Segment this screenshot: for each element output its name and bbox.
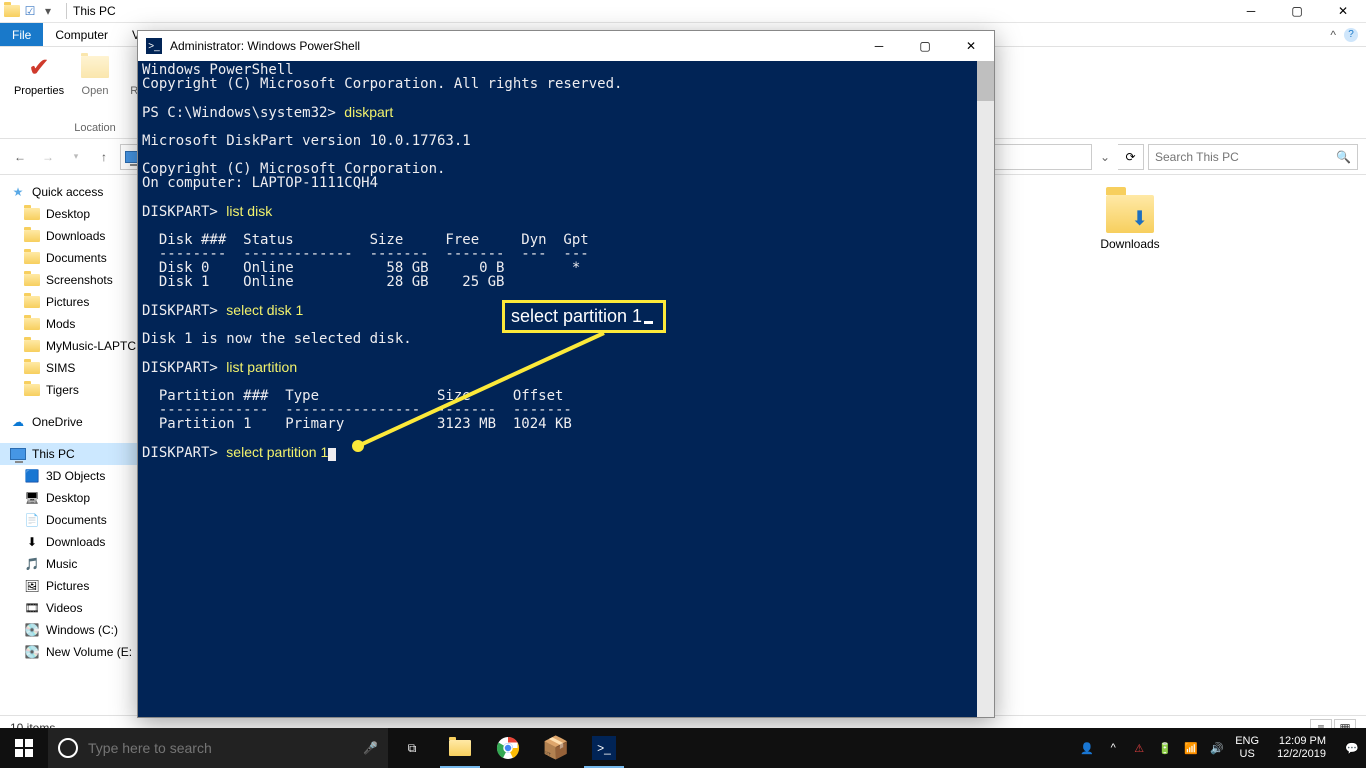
folder-icon: [24, 250, 40, 266]
content-item-downloads[interactable]: ⬇ Downloads: [1080, 195, 1180, 251]
taskbar-app-chrome[interactable]: [484, 728, 532, 768]
taskbar-app-explorer[interactable]: [436, 728, 484, 768]
search-input[interactable]: [1155, 150, 1336, 164]
folder-icon: [24, 206, 40, 222]
qat-properties-icon[interactable]: ☑: [22, 3, 38, 19]
security-icon[interactable]: ⚠: [1131, 740, 1147, 756]
item-icon: ⬇: [24, 534, 40, 550]
ribbon-tab-computer[interactable]: Computer: [43, 23, 120, 46]
explorer-icon: [4, 3, 20, 19]
properties-icon: ✔: [23, 51, 55, 83]
cortana-icon: [58, 738, 78, 758]
powershell-taskbar-icon: >_: [592, 736, 616, 760]
powershell-output: Windows PowerShell Copyright (C) Microso…: [138, 61, 994, 463]
tray-lang1[interactable]: ENG: [1235, 735, 1259, 748]
tray-time: 12:09 PM: [1277, 735, 1326, 748]
item-icon: 💽: [24, 622, 40, 638]
item-icon: 🖼: [24, 578, 40, 594]
mic-icon[interactable]: 🎤: [363, 741, 378, 755]
chrome-icon: [495, 735, 521, 761]
nav-forward-button[interactable]: →: [36, 145, 60, 169]
item-icon: 🟦: [24, 468, 40, 484]
start-button[interactable]: [0, 728, 48, 768]
folder-icon: [24, 382, 40, 398]
item-icon: 🖥: [24, 490, 40, 506]
folder-icon: [24, 228, 40, 244]
powershell-scrollbar[interactable]: [977, 61, 994, 717]
ribbon-properties-button[interactable]: ✔ Properties: [14, 51, 64, 97]
tray-lang2[interactable]: US: [1235, 748, 1259, 761]
powershell-titlebar[interactable]: >_ Administrator: Windows PowerShell ─ ▢…: [138, 31, 994, 61]
search-box[interactable]: 🔍: [1148, 144, 1358, 170]
powershell-window: >_ Administrator: Windows PowerShell ─ ▢…: [137, 30, 995, 718]
item-icon: 🎞: [24, 600, 40, 616]
taskbar-search-input[interactable]: [88, 740, 353, 756]
folder-icon: [24, 338, 40, 354]
ribbon-collapse-icon[interactable]: ^: [1330, 28, 1336, 42]
callout-dot: [352, 440, 364, 452]
qat-dropdown-icon[interactable]: ▾: [40, 3, 56, 19]
taskbar-search[interactable]: 🎤: [48, 728, 388, 768]
callout-text: select partition 1: [511, 306, 642, 327]
action-center-icon[interactable]: 💬: [1344, 740, 1360, 756]
explorer-minimize-button[interactable]: ─: [1228, 0, 1274, 23]
volume-icon[interactable]: 🔊: [1209, 740, 1225, 756]
explorer-titlebar: ☑ ▾ This PC ─ ▢ ✕: [0, 0, 1366, 23]
nav-up-button[interactable]: ↑: [92, 145, 116, 169]
refresh-button[interactable]: ⟳: [1118, 144, 1144, 170]
wifi-icon[interactable]: 📶: [1183, 740, 1199, 756]
taskbar: 🎤 ⧉ 📦 >_ 👤 ^ ⚠ 🔋 📶 🔊 ENG US 12:09 PM 12/…: [0, 728, 1366, 768]
item-icon: 📄: [24, 512, 40, 528]
ribbon-help-icon[interactable]: ?: [1344, 28, 1358, 42]
callout-box: select partition 1: [502, 300, 666, 333]
powershell-body[interactable]: Windows PowerShell Copyright (C) Microso…: [138, 61, 994, 717]
ps-close-button[interactable]: ✕: [948, 31, 994, 61]
nav-history-button[interactable]: ▾: [64, 145, 88, 169]
system-tray: 👤 ^ ⚠ 🔋 📶 🔊 ENG US 12:09 PM 12/2/2019 💬: [1073, 728, 1366, 768]
box-icon: 📦: [543, 735, 569, 761]
ps-maximize-button[interactable]: ▢: [902, 31, 948, 61]
content-item-label: Downloads: [1100, 237, 1159, 251]
taskbar-app-generic[interactable]: 📦: [532, 728, 580, 768]
folder-icon: [24, 294, 40, 310]
ps-minimize-button[interactable]: ─: [856, 31, 902, 61]
open-icon: [79, 51, 111, 83]
explorer-title: This PC: [73, 4, 116, 18]
explorer-taskbar-icon: [447, 735, 473, 761]
folder-icon: [24, 316, 40, 332]
powershell-title: Administrator: Windows PowerShell: [170, 39, 360, 53]
tray-date: 12/2/2019: [1277, 748, 1326, 761]
tray-clock[interactable]: 12:09 PM 12/2/2019: [1269, 735, 1334, 761]
explorer-maximize-button[interactable]: ▢: [1274, 0, 1320, 23]
tray-overflow-icon[interactable]: ^: [1105, 740, 1121, 756]
folder-icon: [24, 272, 40, 288]
task-view-button[interactable]: ⧉: [388, 728, 436, 768]
nav-back-button[interactable]: ←: [8, 145, 32, 169]
people-icon[interactable]: 👤: [1079, 740, 1095, 756]
taskview-icon: ⧉: [399, 735, 425, 761]
powershell-icon: >_: [146, 38, 162, 54]
ribbon-tab-file[interactable]: File: [0, 23, 43, 46]
folder-icon: [24, 360, 40, 376]
ribbon-group-location-label: Location: [74, 122, 116, 134]
explorer-close-button[interactable]: ✕: [1320, 0, 1366, 23]
item-icon: 🎵: [24, 556, 40, 572]
star-icon: ★: [10, 184, 26, 200]
search-icon: 🔍: [1336, 150, 1351, 164]
ribbon-open-button[interactable]: Open: [70, 51, 120, 97]
taskbar-app-powershell[interactable]: >_: [580, 728, 628, 768]
thispc-icon: [10, 446, 26, 462]
onedrive-icon: ☁: [10, 414, 26, 430]
battery-icon[interactable]: 🔋: [1157, 740, 1173, 756]
download-arrow-icon: ⬇: [1131, 206, 1148, 231]
item-icon: 💽: [24, 644, 40, 660]
